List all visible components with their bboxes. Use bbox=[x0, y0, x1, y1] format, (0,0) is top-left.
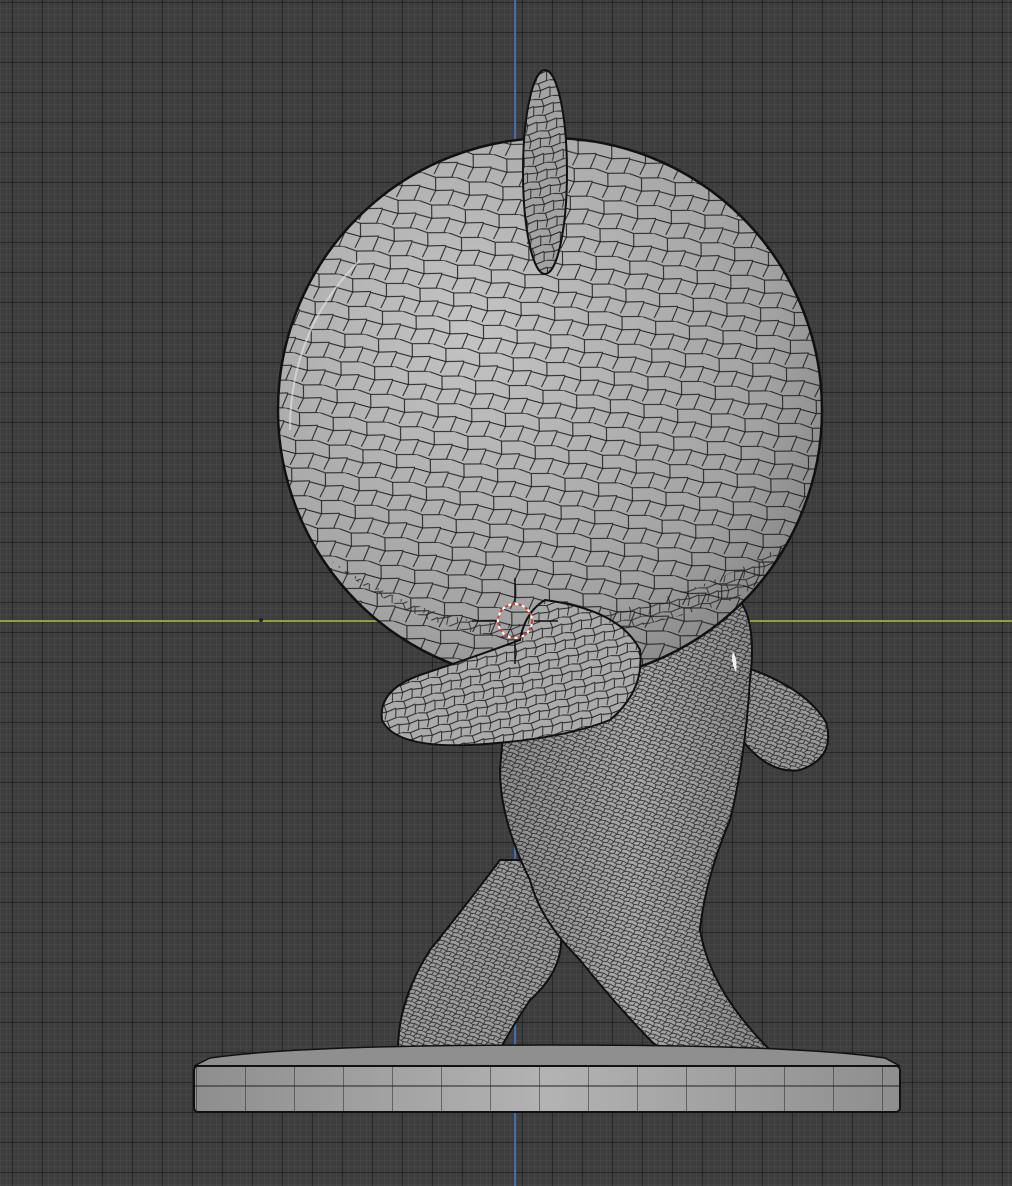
viewport-3d[interactable] bbox=[0, 0, 1012, 1186]
head-antenna[interactable] bbox=[522, 69, 568, 275]
base-plinth[interactable] bbox=[193, 1044, 901, 1113]
character-mesh[interactable] bbox=[276, 69, 830, 1051]
viewport-canvas[interactable] bbox=[0, 0, 1012, 1186]
origin-dot-icon bbox=[259, 618, 263, 622]
